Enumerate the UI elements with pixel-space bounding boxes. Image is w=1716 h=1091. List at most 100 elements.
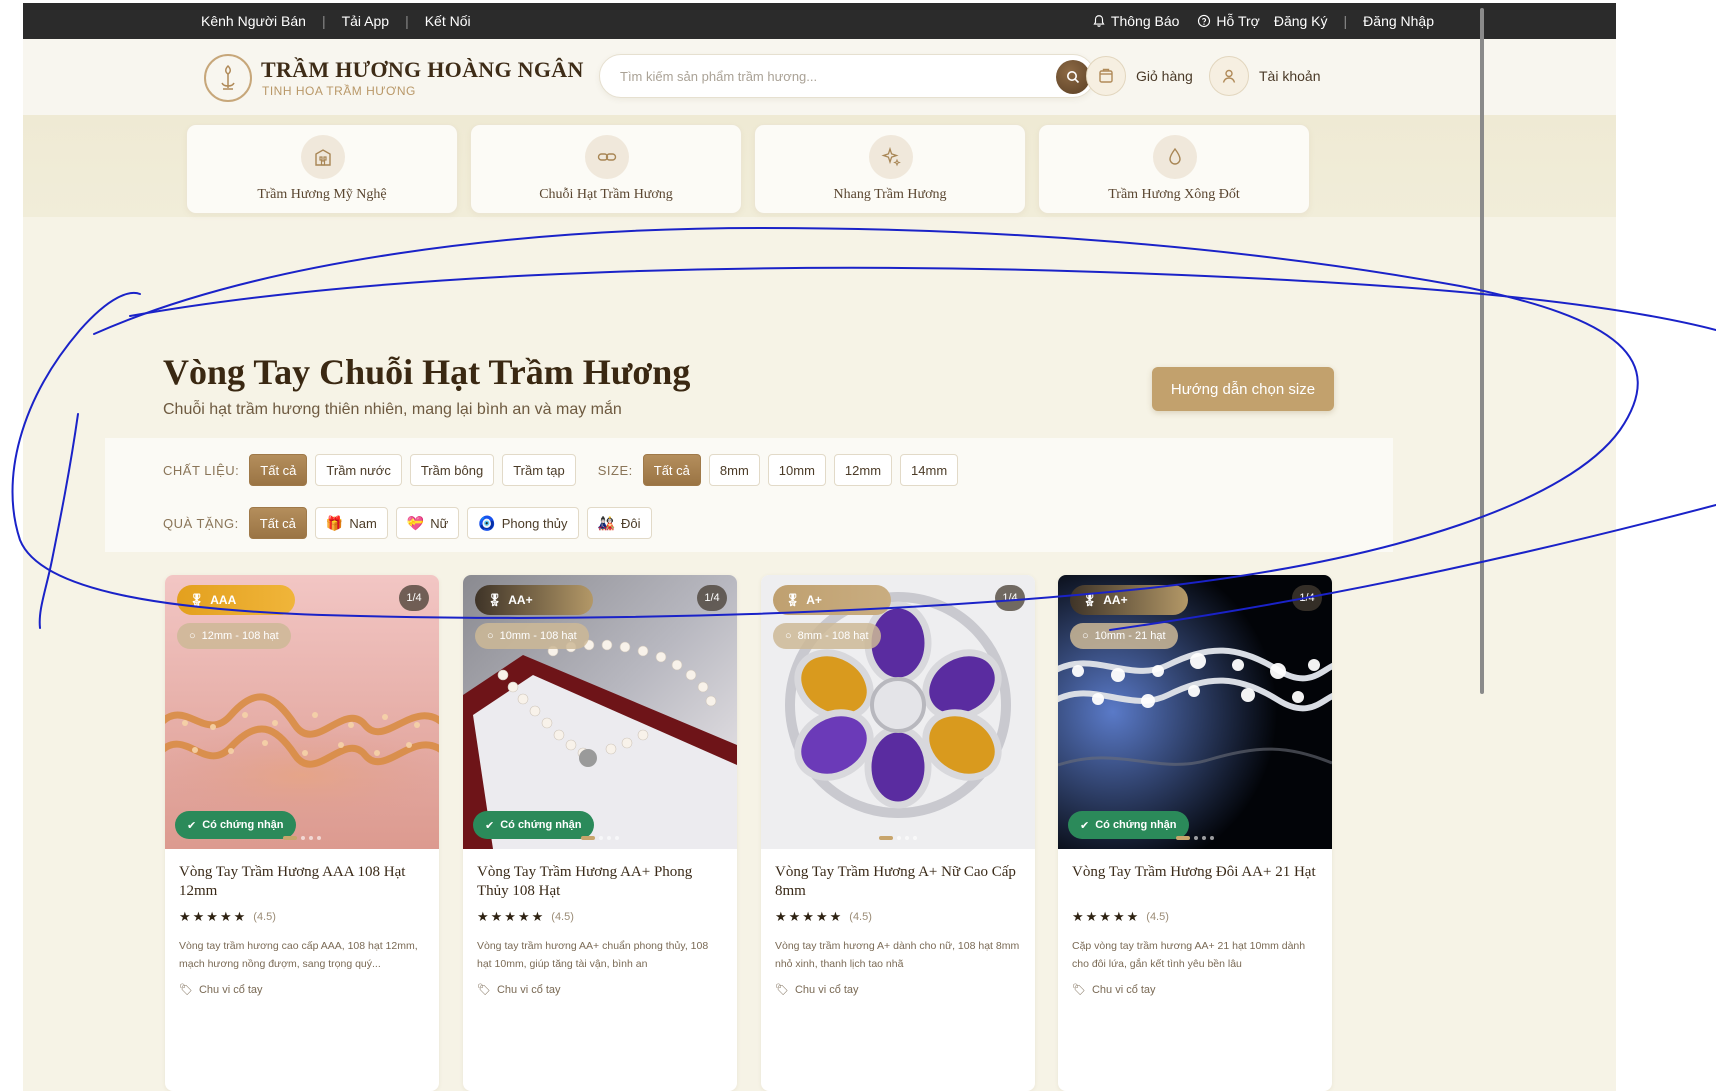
product-spec-tag: 🏷 Chu vi cổ tay bbox=[775, 983, 859, 997]
top-bar: Kênh Người Bán | Tải App | Kết Nối Thông… bbox=[23, 3, 1616, 39]
account-button[interactable]: Tài khoản bbox=[1209, 55, 1320, 97]
size-chip-10mm[interactable]: 10mm bbox=[767, 454, 826, 486]
rating-stars: ★★★★★ (4.5) bbox=[179, 909, 276, 924]
seller-channel-link[interactable]: Kênh Người Bán bbox=[201, 13, 306, 29]
page-scrollbar[interactable] bbox=[1480, 8, 1484, 694]
product-name[interactable]: Vòng Tay Trầm Hương A+ Nữ Cao Cấp 8mm bbox=[775, 863, 1025, 901]
support-link[interactable]: Hỗ Trợ bbox=[1197, 13, 1260, 29]
product-spec-tag: 🏷 Chu vi cổ tay bbox=[477, 983, 561, 997]
product-name[interactable]: Vòng Tay Trầm Hương Đôi AA+ 21 Hạt bbox=[1072, 863, 1322, 882]
size-filter-label: SIZE: bbox=[597, 462, 633, 478]
connect-link[interactable]: Kết Nối bbox=[425, 13, 471, 29]
size-chip-all[interactable]: Tất cả bbox=[642, 454, 701, 486]
brand-name[interactable]: TRẦM HƯƠNG HOÀNG NGÂN bbox=[261, 57, 584, 83]
gift-chip-male[interactable]: 🎁 Nam bbox=[314, 507, 388, 539]
category-card-chuoi-hat[interactable]: Chuỗi Hạt Trầm Hương bbox=[470, 124, 742, 214]
gift-chip-all[interactable]: Tất cả bbox=[248, 507, 307, 539]
filter-row-material-size: CHẤT LIỆU: Tất cả Trầm nước Trầm bông Tr… bbox=[163, 454, 966, 486]
carousel-dots[interactable] bbox=[761, 836, 1035, 840]
search-button[interactable] bbox=[1056, 60, 1090, 94]
product-name[interactable]: Vòng Tay Trầm Hương AA+ Phong Thủy 108 H… bbox=[477, 863, 727, 901]
award-icon: 🎖 bbox=[785, 593, 801, 607]
rating-value: (4.5) bbox=[1146, 911, 1169, 923]
cart-button[interactable]: Giỏ hàng bbox=[1086, 55, 1193, 97]
page-subtitle: Chuỗi hạt trầm hương thiên nhiên, mang l… bbox=[163, 401, 622, 418]
gifts-icon: 🎎 bbox=[597, 514, 615, 531]
tag-icon: 🏷 bbox=[1072, 984, 1086, 996]
size-guide-button[interactable]: Hướng dẫn chọn size bbox=[1152, 367, 1334, 411]
award-icon: 🎖 bbox=[487, 593, 503, 607]
material-chip-tram-tap[interactable]: Trầm tạp bbox=[502, 454, 576, 486]
size-badge: ○ 8mm - 108 hạt bbox=[773, 623, 881, 649]
carousel-dots[interactable] bbox=[1058, 836, 1332, 840]
size-chip-8mm[interactable]: 8mm bbox=[708, 454, 760, 486]
image-counter: 1/4 bbox=[1292, 585, 1322, 611]
grade-badge: 🎖 AAA bbox=[177, 585, 295, 615]
logo[interactable] bbox=[204, 54, 252, 102]
notifications-link[interactable]: Thông Báo bbox=[1092, 13, 1179, 29]
material-chip-tram-bong[interactable]: Trầm bông bbox=[409, 454, 495, 486]
search-input[interactable] bbox=[620, 55, 1040, 97]
gift-filter-label: QUÀ TẶNG: bbox=[163, 515, 239, 531]
incense-logo-icon bbox=[221, 64, 235, 90]
user-icon bbox=[1222, 69, 1236, 83]
gift-chip-female[interactable]: 💝 Nữ bbox=[395, 507, 460, 539]
category-nav: Trầm Hương Mỹ Nghệ Chuỗi Hạt Trầm Hương … bbox=[23, 115, 1616, 217]
circle-icon: ○ bbox=[487, 630, 494, 642]
category-card-my-nghe[interactable]: Trầm Hương Mỹ Nghệ bbox=[186, 124, 458, 214]
category-label: Chuỗi Hạt Trầm Hương bbox=[539, 187, 673, 202]
login-link[interactable]: Đăng Nhập bbox=[1363, 13, 1434, 29]
product-description: Vòng tay trầm hương AA+ chuẩn phong thủy… bbox=[477, 940, 709, 970]
shield-check-icon: ✔ bbox=[1080, 819, 1090, 832]
size-chip-14mm[interactable]: 14mm bbox=[900, 454, 959, 486]
account-label: Tài khoản bbox=[1259, 68, 1321, 84]
size-badge: ○ 12mm - 108 hạt bbox=[177, 623, 291, 649]
grade-badge: 🎖 AA+ bbox=[1070, 585, 1188, 615]
material-chip-all[interactable]: Tất cả bbox=[249, 454, 308, 486]
carousel-dots[interactable] bbox=[165, 836, 439, 840]
size-chip-12mm[interactable]: 12mm bbox=[833, 454, 893, 486]
category-card-xong-dot[interactable]: Trầm Hương Xông Đốt bbox=[1038, 124, 1310, 214]
drop-icon bbox=[1169, 147, 1181, 165]
product-card[interactable]: 🎖 AA+ 1/4 ○ 10mm - 108 hạt ✔ Có chứng nhận … bbox=[463, 575, 737, 1091]
image-counter: 1/4 bbox=[697, 585, 727, 611]
register-link[interactable]: Đăng Ký bbox=[1274, 13, 1328, 29]
product-name[interactable]: Vòng Tay Trầm Hương AAA 108 Hạt 12mm bbox=[179, 863, 429, 901]
download-app-link[interactable]: Tải App bbox=[342, 13, 389, 29]
filter-row-gift: QUÀ TẶNG: Tất cả 🎁 Nam 💝 Nữ 🧿 Phong thủy 🎎 Đ… bbox=[163, 507, 660, 539]
support-label: Hỗ Trợ bbox=[1216, 13, 1260, 29]
carousel-dots[interactable] bbox=[463, 836, 737, 840]
product-image[interactable] bbox=[165, 575, 439, 849]
grade-badge: 🎖 A+ bbox=[773, 585, 891, 615]
tag-icon: 🏷 bbox=[477, 984, 491, 996]
material-chip-tram-nuoc[interactable]: Trầm nước bbox=[315, 454, 402, 486]
site-header: TRẦM HƯƠNG HOÀNG NGÂN TINH HOA TRẦM HƯƠN… bbox=[23, 39, 1616, 121]
product-card[interactable]: 🎖 A+ 1/4 ○ 8mm - 108 hạt Vòng Tay Trầm Hươ… bbox=[761, 575, 1035, 1091]
product-spec-tag: 🏷 Chu vi cổ tay bbox=[179, 983, 263, 997]
product-image[interactable] bbox=[1058, 575, 1332, 849]
gift-chip-fengshui[interactable]: 🧿 Phong thủy bbox=[467, 507, 579, 539]
size-badge: ○ 10mm - 21 hạt bbox=[1070, 623, 1178, 649]
material-filter-label: CHẤT LIỆU: bbox=[163, 462, 240, 478]
tag-icon: 🏷 bbox=[775, 984, 789, 996]
shield-check-icon: ✔ bbox=[485, 819, 495, 832]
certified-badge: ✔ Có chứng nhận bbox=[175, 811, 296, 839]
circle-icon: ○ bbox=[785, 630, 792, 642]
search-bar bbox=[599, 54, 1095, 98]
product-card[interactable]: 🎖 AAA 1/4 ○ 12mm - 108 hạt ✔ Có chứng nhận … bbox=[165, 575, 439, 1091]
category-card-nhang[interactable]: Nhang Trầm Hương bbox=[754, 124, 1026, 214]
product-description: Vòng tay trầm hương A+ dành cho nữ, 108 … bbox=[775, 940, 1020, 970]
gift-chip-couple[interactable]: 🎎 Đôi bbox=[586, 507, 652, 539]
product-image[interactable] bbox=[761, 575, 1035, 849]
category-label: Nhang Trầm Hương bbox=[833, 187, 947, 202]
product-image[interactable] bbox=[463, 575, 737, 849]
product-description: Cặp vòng tay trầm hương AA+ 21 hạt 10mm … bbox=[1072, 940, 1306, 970]
circle-icon: ○ bbox=[1082, 630, 1089, 642]
building-icon bbox=[315, 149, 331, 166]
tag-icon: 🏷 bbox=[179, 984, 193, 996]
cart-icon bbox=[1099, 68, 1113, 83]
rating-value: (4.5) bbox=[253, 911, 276, 923]
cart-label: Giỏ hàng bbox=[1136, 68, 1193, 84]
product-card[interactable]: 🎖 AA+ 1/4 ○ 10mm - 21 hạt ✔ Có chứng nhận V… bbox=[1058, 575, 1332, 1091]
grade-badge: 🎖 AA+ bbox=[475, 585, 593, 615]
